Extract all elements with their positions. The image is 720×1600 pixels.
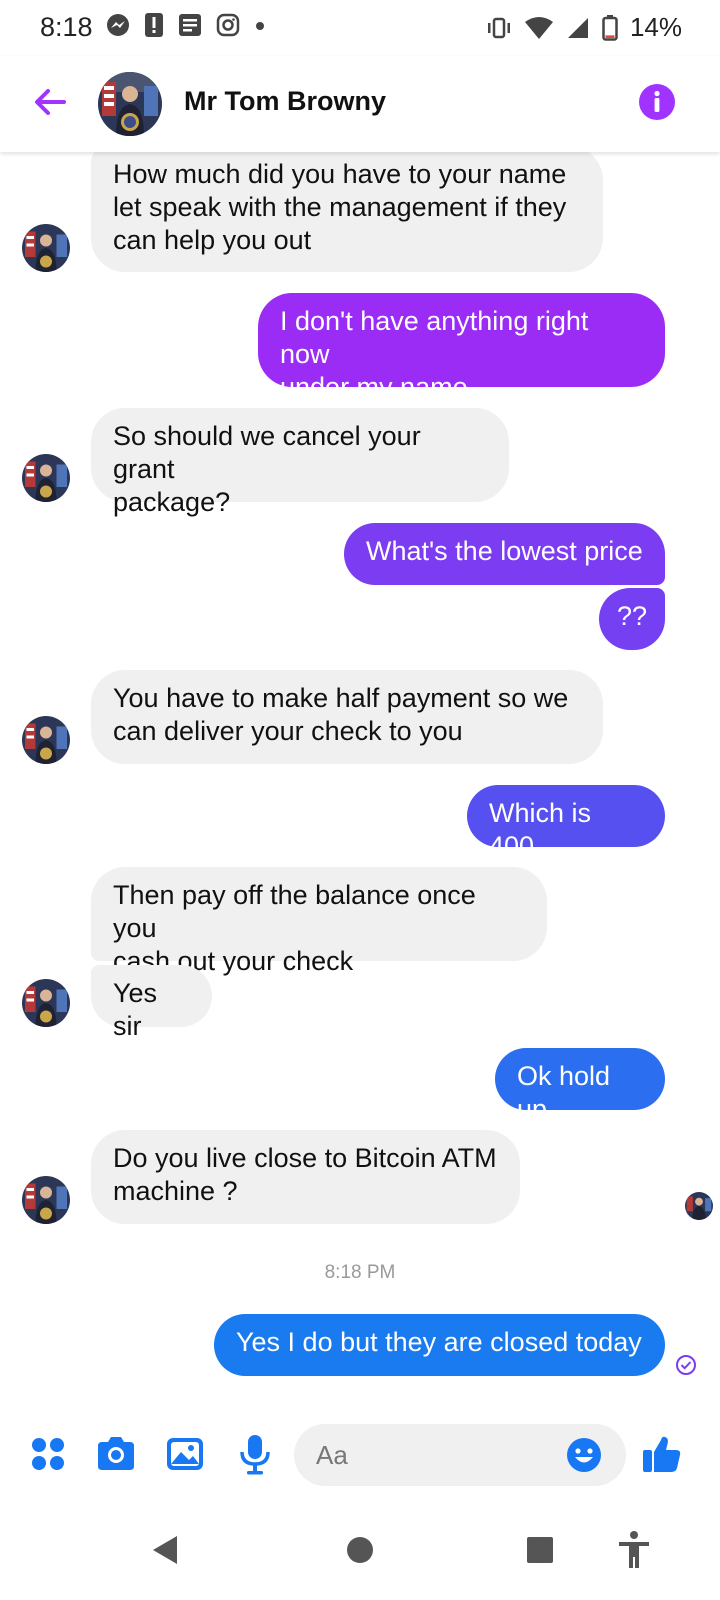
outgoing-message[interactable]: Ok hold up [495, 1048, 665, 1124]
incoming-message[interactable]: Yes sir [91, 965, 212, 1041]
camera-icon[interactable] [94, 1432, 138, 1476]
message-composer [0, 1410, 720, 1500]
read-receipt-avatar [685, 1192, 713, 1220]
sender-avatar[interactable] [22, 224, 70, 272]
incoming-message[interactable]: So should we cancel your grant package? [91, 408, 509, 517]
incoming-message[interactable]: Do you live close to Bitcoin ATM machine… [91, 1130, 520, 1224]
status-time: 8:18 [40, 12, 93, 42]
incoming-message[interactable]: Then pay off the balance once you cash o… [91, 867, 547, 976]
battery-icon [602, 14, 618, 41]
thumbs-up-icon[interactable] [640, 1432, 684, 1476]
sent-check-icon [676, 1355, 696, 1375]
sender-avatar[interactable] [22, 716, 70, 764]
sender-avatar[interactable] [22, 1176, 70, 1224]
incoming-message[interactable]: How much did you have to your name let s… [91, 152, 603, 272]
gallery-icon[interactable] [163, 1432, 207, 1476]
status-icons-left [106, 12, 266, 38]
back-triangle-icon[interactable] [144, 1528, 188, 1572]
microphone-icon[interactable] [233, 1432, 277, 1476]
conversation-header: Mr Tom Browny [0, 56, 720, 152]
outgoing-message[interactable]: What's the lowest price [344, 523, 665, 585]
wifi-icon [524, 16, 553, 39]
emoji-icon[interactable] [566, 1437, 602, 1473]
info-icon[interactable] [638, 83, 676, 121]
signal-icon [567, 17, 588, 38]
accessibility-icon[interactable] [612, 1528, 656, 1572]
back-arrow-icon[interactable] [28, 80, 72, 124]
system-nav-bar [0, 1500, 720, 1600]
notes-icon [179, 14, 201, 36]
home-circle-icon[interactable] [338, 1528, 382, 1572]
vibrate-icon [487, 17, 510, 38]
outgoing-message[interactable]: I don't have anything right now under my… [258, 293, 665, 402]
message-timestamp: 8:18 PM [324, 1262, 396, 1283]
message-thread[interactable]: How much did you have to your name let s… [0, 152, 720, 1410]
status-icons-right: 14% [486, 12, 682, 43]
outgoing-message[interactable]: ?? [599, 588, 665, 650]
sender-avatar[interactable] [22, 454, 70, 502]
outgoing-message[interactable]: Which is 400 [467, 785, 665, 861]
message-input-container[interactable] [294, 1424, 626, 1486]
instagram-icon [216, 13, 240, 37]
message-input[interactable] [314, 1436, 558, 1474]
outgoing-message[interactable]: Yes I do but they are closed today [214, 1314, 665, 1376]
status-bar: 8:18 14% [0, 0, 720, 56]
messenger-icon [107, 14, 129, 36]
contact-name[interactable]: Mr Tom Browny [184, 86, 386, 117]
contact-avatar[interactable] [98, 72, 162, 136]
alert-icon [145, 13, 163, 37]
avatar-photo [98, 72, 162, 136]
sender-avatar[interactable] [22, 979, 70, 1027]
dot-icon [256, 22, 264, 30]
incoming-message[interactable]: You have to make half payment so we can … [91, 670, 603, 764]
menu-dots-icon[interactable] [26, 1432, 70, 1476]
battery-percent: 14% [629, 12, 682, 42]
recents-square-icon[interactable] [518, 1528, 562, 1572]
